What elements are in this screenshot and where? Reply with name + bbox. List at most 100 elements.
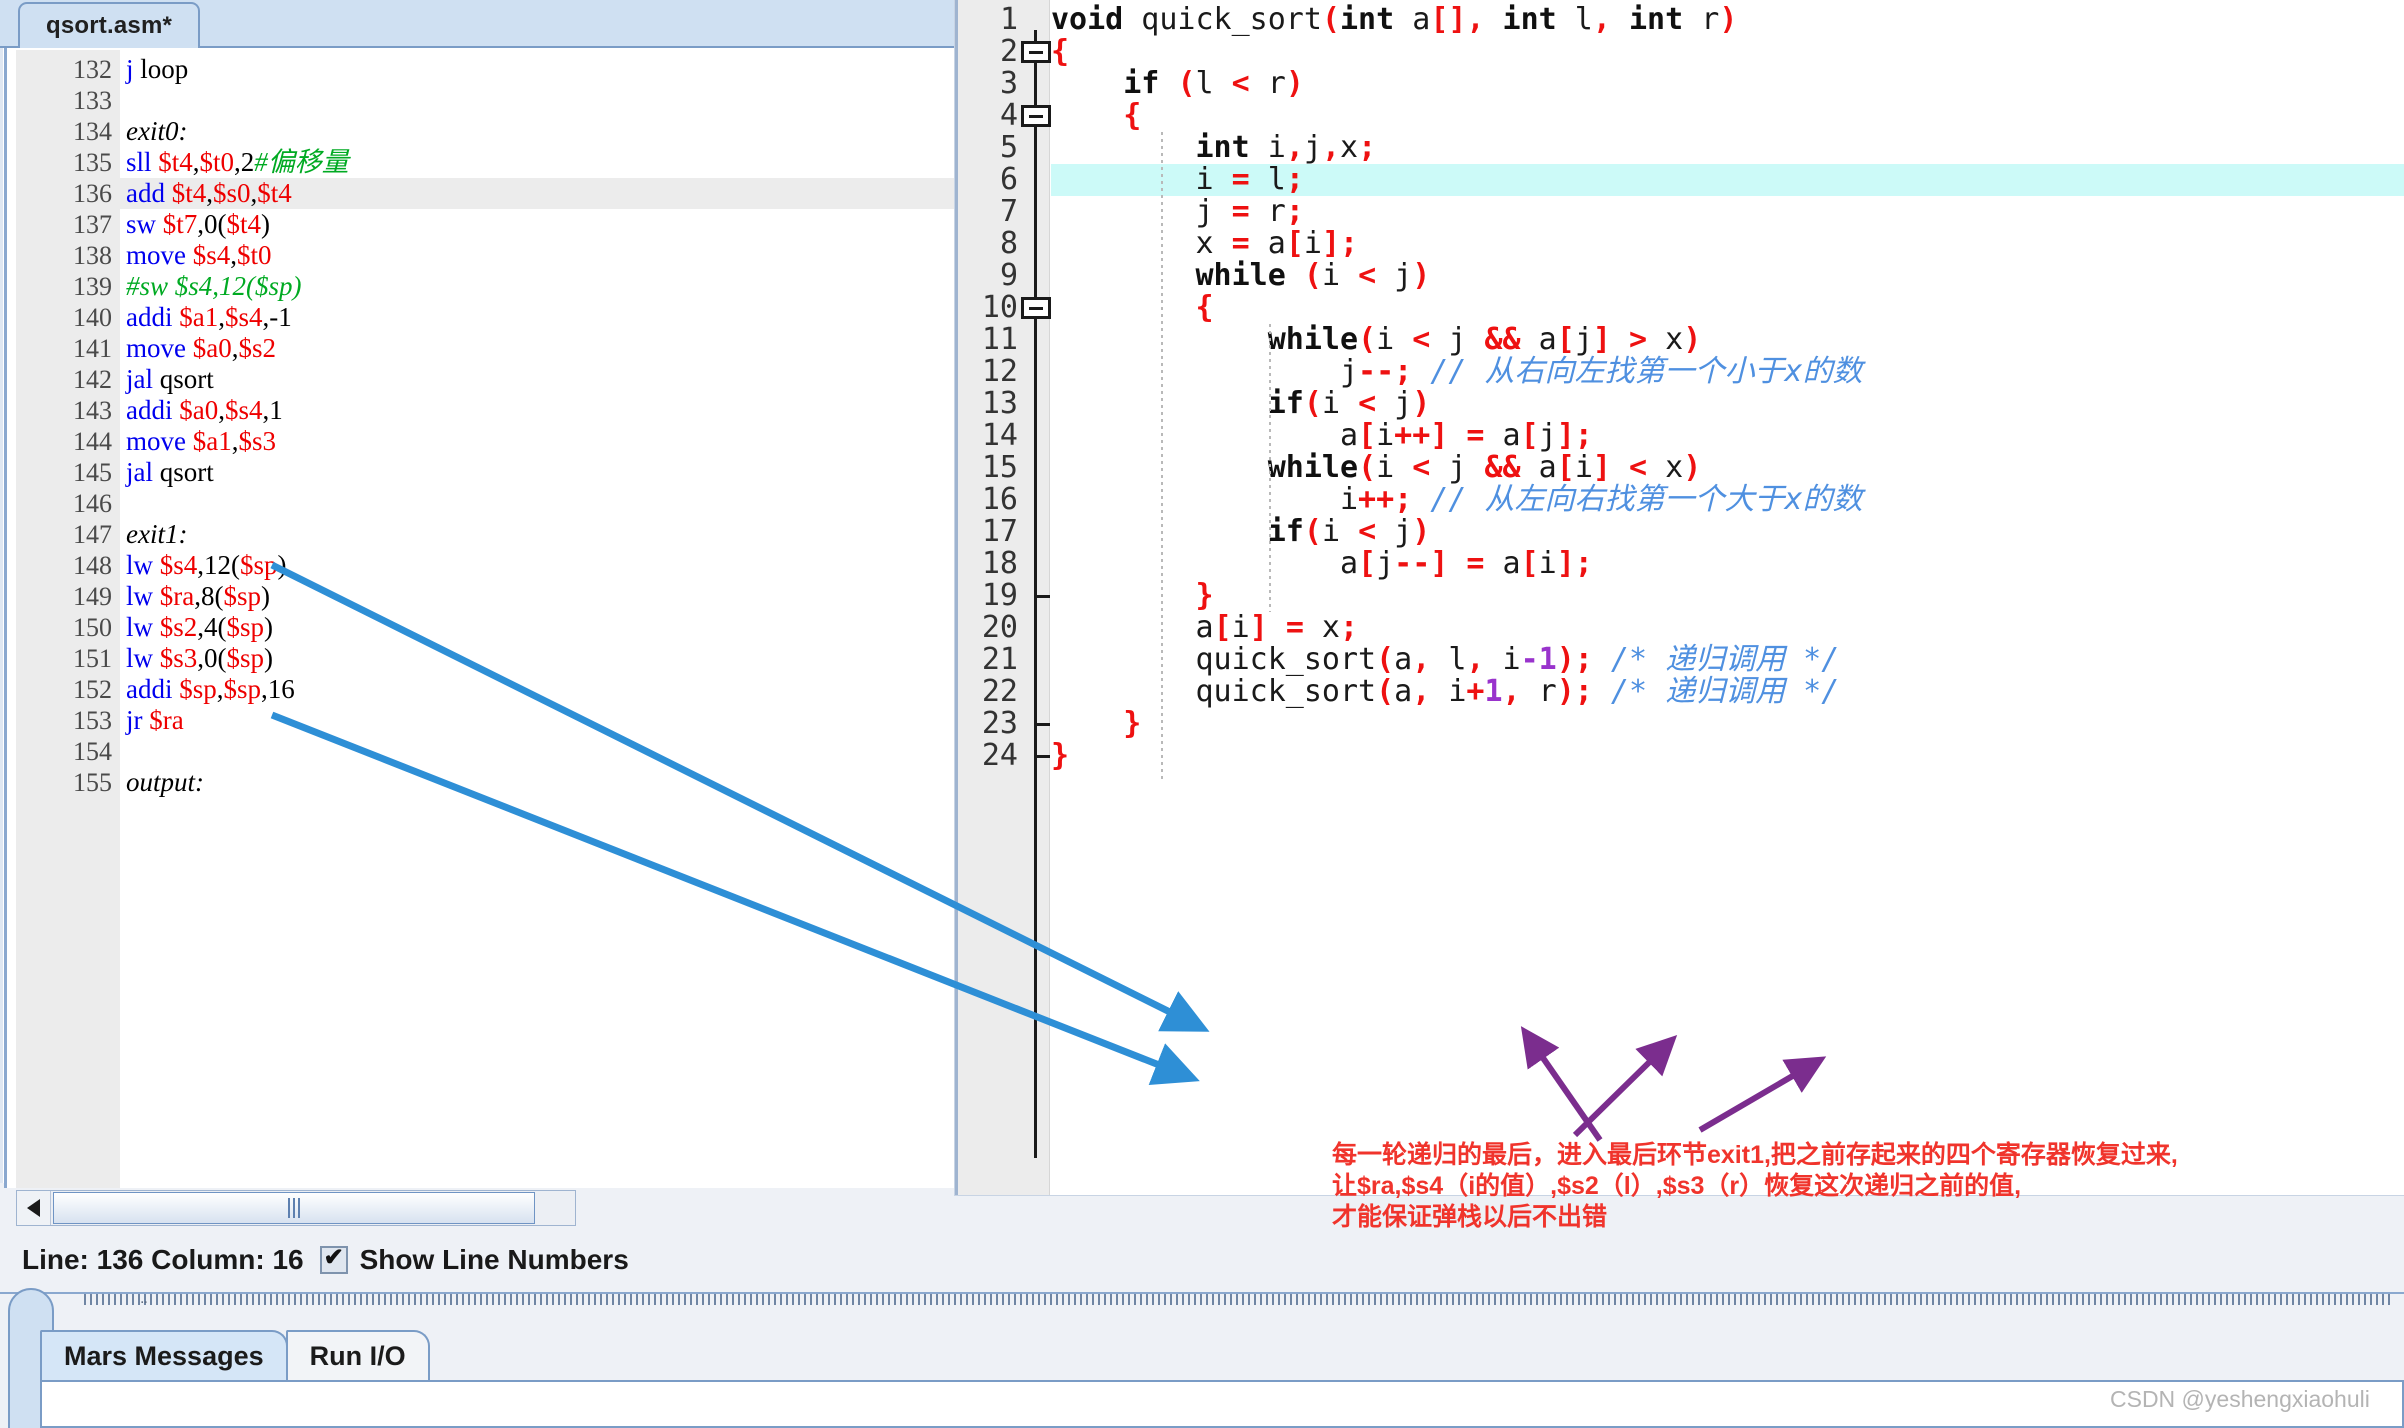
c-token-punct: = xyxy=(1466,418,1485,453)
c-token-id: i xyxy=(1430,674,1467,709)
asm-horizontal-scrollbar[interactable] xyxy=(16,1190,576,1226)
asm-line-number: 146 xyxy=(73,489,112,518)
asm-token-op: move xyxy=(126,240,186,270)
c-token-punct: , xyxy=(1592,2,1611,37)
c-code-line[interactable]: if(i < j) xyxy=(1051,388,2404,420)
show-line-numbers-checkbox[interactable] xyxy=(319,1243,348,1274)
c-token-kw: if xyxy=(1267,386,1304,421)
asm-token-op: lw xyxy=(126,643,153,673)
c-code-line[interactable]: { xyxy=(1051,292,2404,324)
c-token-punct: < xyxy=(1358,386,1377,421)
c-line-number: 6 xyxy=(999,162,1018,197)
status-bar: Line: 136 Column: 16 Show Line Numbers xyxy=(16,1232,2404,1288)
c-token-id: a xyxy=(1249,226,1286,261)
c-code-line[interactable]: void quick_sort(int a[], int l, int r) xyxy=(1051,4,2404,36)
asm-token-reg: $t4 xyxy=(226,209,262,239)
c-token-punct: ( xyxy=(1303,514,1322,549)
c-code-line[interactable]: int i,j,x; xyxy=(1051,132,2404,164)
asm-token-op: lw xyxy=(126,581,153,611)
c-token-id xyxy=(1051,290,1196,325)
c-token-id: a xyxy=(1051,418,1359,453)
c-token-punct: --] xyxy=(1394,546,1449,581)
c-token-id: r xyxy=(1249,66,1286,101)
c-line-number: 12 xyxy=(981,354,1018,389)
c-line-number: 22 xyxy=(981,674,1018,709)
c-code-line[interactable]: j--; // 从右向左找第一个小于x的数 xyxy=(1051,356,2404,388)
tab-label: qsort.asm* xyxy=(46,12,173,39)
asm-token-reg: $s3 xyxy=(159,643,198,673)
c-token-punct: [ xyxy=(1285,226,1304,261)
c-code-line[interactable]: a[i] = x; xyxy=(1051,612,2404,644)
c-token-punct: < xyxy=(1412,322,1431,357)
asm-token-plain: ,4( xyxy=(197,612,227,642)
c-token-punct: , xyxy=(1412,674,1431,709)
c-code-line[interactable]: { xyxy=(1051,100,2404,132)
c-code-line[interactable]: { xyxy=(1051,36,2404,68)
c-token-punct: } xyxy=(1123,706,1142,741)
asm-line-number: 152 xyxy=(73,675,112,704)
asm-token-plain: qsort xyxy=(153,457,214,487)
c-code-line[interactable]: a[j--] = a[i]; xyxy=(1051,548,2404,580)
c-token-id: a xyxy=(1520,322,1557,357)
c-code-line[interactable]: i++; // 从左向右找第一个大于x的数 xyxy=(1051,484,2404,516)
c-code-area[interactable]: void quick_sort(int a[], int l, int r){ … xyxy=(1051,0,2404,1195)
scrollbar-thumb[interactable] xyxy=(53,1192,535,1224)
c-line-number: 24 xyxy=(981,738,1018,773)
asm-token-reg: $s4 xyxy=(224,302,263,332)
c-code-line[interactable]: while(i < j && a[i] < x) xyxy=(1051,452,2404,484)
asm-token-reg: $s3 xyxy=(238,426,276,456)
c-token-id: i xyxy=(1051,482,1359,517)
c-line-number: 8 xyxy=(999,226,1018,261)
c-code-line[interactable]: j = r; xyxy=(1051,196,2404,228)
c-token-ccmt: /* 递归调用 */ xyxy=(1592,642,1840,677)
bottom-tab-mars-messages[interactable]: Mars Messages xyxy=(40,1330,288,1380)
c-line-number: 5 xyxy=(999,130,1018,165)
c-code-line[interactable]: quick_sort(a, l, i-1); /* 递归调用 */ xyxy=(1051,644,2404,676)
asm-token-plain: ) xyxy=(261,581,270,611)
c-line-number: 21 xyxy=(981,642,1018,677)
c-token-punct: ] xyxy=(1592,450,1611,485)
c-token-id: i xyxy=(1231,610,1250,645)
c-line-number: 13 xyxy=(981,386,1018,421)
c-code-line[interactable]: if(i < j) xyxy=(1051,516,2404,548)
c-token-id: j xyxy=(1051,194,1232,229)
asm-token-op: j xyxy=(126,54,134,84)
fold-collapse-icon[interactable] xyxy=(1021,41,1051,63)
c-code-line[interactable]: while (i < j) xyxy=(1051,260,2404,292)
asm-line-number: 150 xyxy=(73,613,112,642)
asm-token-plain: ) xyxy=(264,643,274,673)
c-token-id: a xyxy=(1484,418,1521,453)
fold-collapse-icon[interactable] xyxy=(1021,105,1051,127)
tab-qsort-asm[interactable]: qsort.asm* xyxy=(18,2,201,48)
fold-end-marker-icon xyxy=(1034,723,1050,726)
c-code-line[interactable]: } xyxy=(1051,708,2404,740)
c-token-id: i xyxy=(1376,322,1413,357)
c-code-line[interactable]: i = l; xyxy=(1051,164,2404,196)
c-token-kw: int xyxy=(1340,2,1395,37)
c-token-id: l xyxy=(1430,642,1467,677)
c-code-line[interactable]: if (l < r) xyxy=(1051,68,2404,100)
scroll-left-arrow-icon[interactable] xyxy=(17,1191,51,1225)
asm-line-number: 141 xyxy=(73,334,112,363)
asm-token-plain: ) xyxy=(261,209,271,239)
asm-line-number: 137 xyxy=(73,210,112,239)
splitter-grip-icon[interactable] xyxy=(84,1294,2394,1305)
fold-collapse-icon[interactable] xyxy=(1021,297,1051,319)
c-line-number: 10 xyxy=(981,290,1018,325)
c-token-id xyxy=(1051,514,1268,549)
asm-line-number: 136 xyxy=(73,179,112,208)
c-token-kw: while xyxy=(1195,258,1286,293)
c-token-punct: ) xyxy=(1285,66,1304,101)
c-token-punct: [ xyxy=(1556,322,1575,357)
bottom-tab-run-i-o[interactable]: Run I/O xyxy=(285,1330,430,1380)
c-code-line[interactable]: } xyxy=(1051,580,2404,612)
c-code-line[interactable]: a[i++] = a[j]; xyxy=(1051,420,2404,452)
c-code-line[interactable]: x = a[i]; xyxy=(1051,228,2404,260)
c-token-id xyxy=(1286,258,1304,293)
asm-token-op: move xyxy=(126,426,186,456)
c-code-line[interactable]: } xyxy=(1051,740,2404,772)
asm-line-number: 139 xyxy=(73,272,112,301)
c-code-line[interactable]: quick_sort(a, i+1, r); /* 递归调用 */ xyxy=(1051,676,2404,708)
c-code-line[interactable]: while(i < j && a[j] > x) xyxy=(1051,324,2404,356)
c-line-number: 17 xyxy=(981,514,1018,549)
